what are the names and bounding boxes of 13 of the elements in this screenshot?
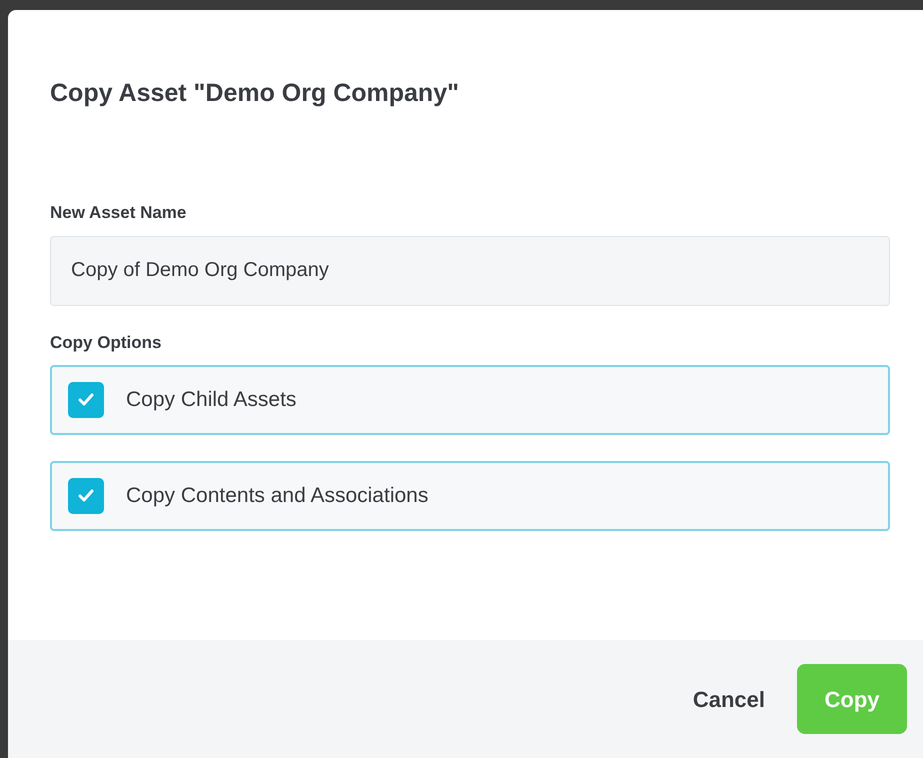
name-field[interactable]: Copy of Demo Org Company: [50, 236, 890, 306]
field-label: New Asset Name: [50, 202, 188, 224]
option-row[interactable]: Copy Child Assets: [50, 365, 890, 435]
check-icon: [78, 489, 94, 503]
checkbox[interactable]: [68, 478, 104, 514]
dialog-title: Copy Asset "Demo Org Company": [50, 78, 460, 108]
checkbox[interactable]: [68, 382, 104, 418]
option-row[interactable]: Copy Contents and Associations: [50, 461, 890, 531]
section-label: Copy Options: [50, 332, 162, 354]
option-label: Copy Child Assets: [126, 387, 296, 414]
cancel-button[interactable]: Cancel: [692, 682, 765, 716]
check-icon: [78, 393, 94, 407]
option-label: Copy Contents and Associations: [126, 483, 428, 510]
